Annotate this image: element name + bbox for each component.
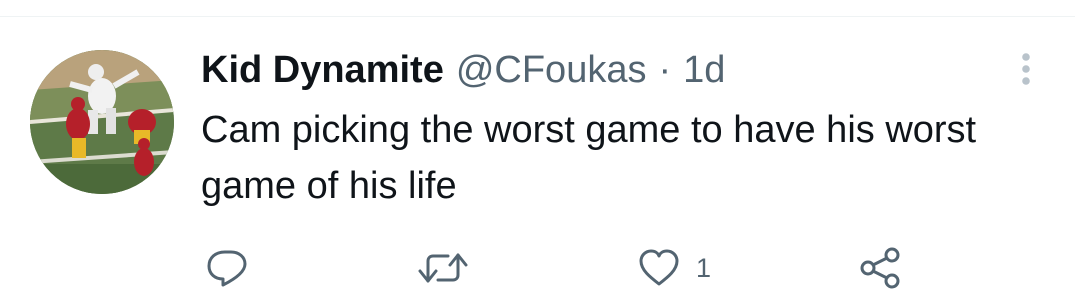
top-divider	[0, 16, 1075, 17]
tweet-body: Kid Dynamite @CFoukas · 1d Cam picking t…	[201, 44, 1015, 214]
tweet-header: Kid Dynamite @CFoukas · 1d	[201, 44, 1015, 96]
avatar[interactable]	[30, 50, 174, 194]
share-icon	[860, 247, 900, 289]
separator-dot: ·	[658, 49, 672, 91]
reply-icon	[207, 250, 247, 287]
avatar-image	[30, 50, 174, 194]
display-name[interactable]: Kid Dynamite	[201, 44, 444, 96]
retweet-button[interactable]	[418, 244, 468, 292]
share-button[interactable]	[858, 244, 902, 292]
reply-button[interactable]	[206, 244, 248, 292]
tweet-actions: 1	[0, 244, 1075, 294]
retweet-icon	[418, 253, 468, 283]
tweet-timestamp[interactable]: 1d	[683, 44, 725, 96]
tweet-text: Cam picking the worst game to have his w…	[201, 109, 977, 207]
like-button[interactable]: 1	[638, 244, 711, 292]
heart-icon	[639, 249, 679, 286]
more-options-icon[interactable]	[1008, 48, 1044, 90]
like-count: 1	[696, 252, 712, 283]
user-handle[interactable]: @CFoukas	[456, 44, 647, 96]
